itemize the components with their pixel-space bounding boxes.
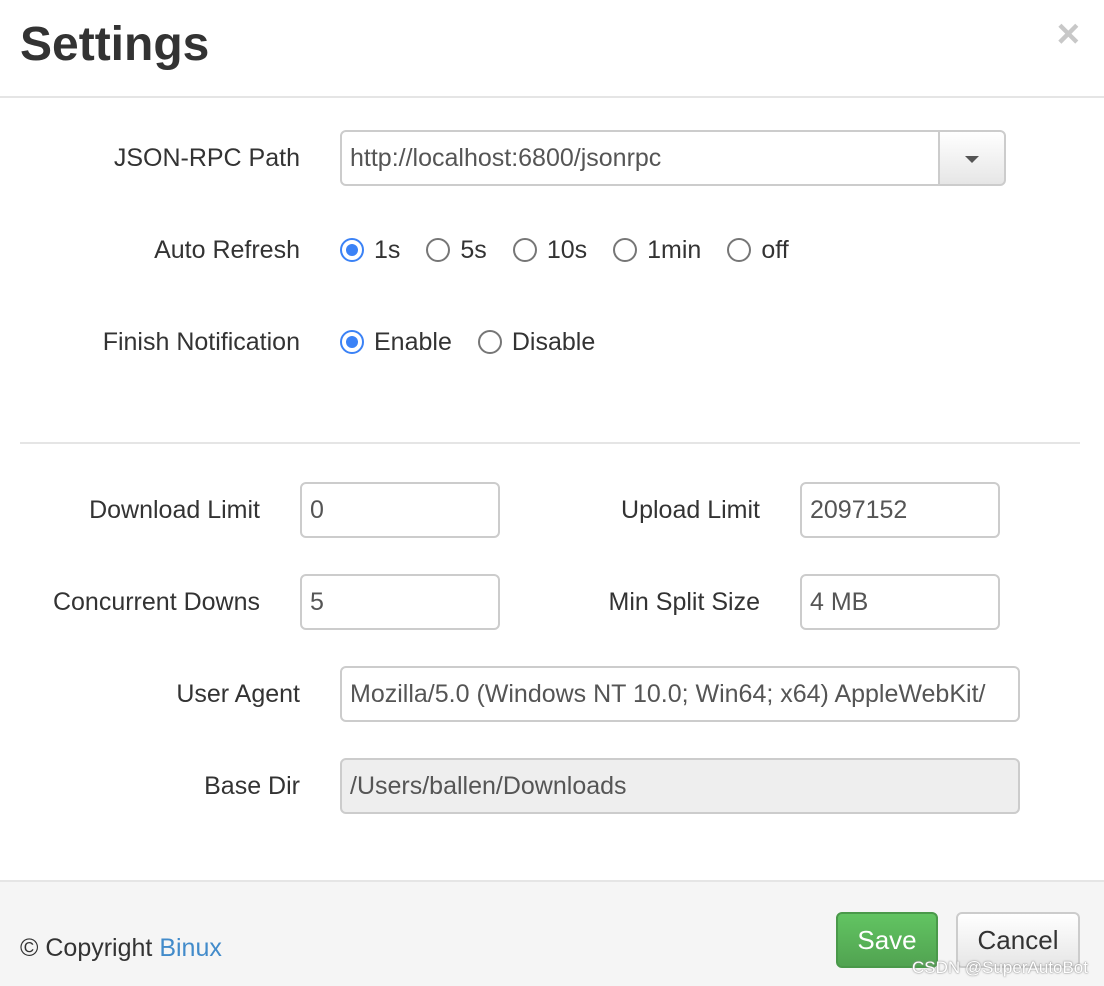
min-split-size-label: Min Split Size xyxy=(608,588,760,616)
auto-refresh-option-10s[interactable]: 10s xyxy=(512,235,588,265)
upload-limit-label: Upload Limit xyxy=(621,496,760,524)
radio-button[interactable] xyxy=(512,238,537,262)
modal-header: Settings × xyxy=(0,0,1104,98)
auto-refresh-label: Auto Refresh xyxy=(154,236,300,264)
radio-button[interactable] xyxy=(477,330,502,354)
radio-button[interactable] xyxy=(727,238,752,262)
finish-notification-option-enable[interactable]: Enable xyxy=(340,328,452,357)
min-split-size-input[interactable]: 4 MB xyxy=(800,574,1000,630)
rpc-path-input[interactable]: http://localhost:6800/jsonrpc xyxy=(340,130,940,186)
close-icon[interactable]: × xyxy=(1057,14,1080,54)
download-limit-input[interactable]: 0 xyxy=(300,482,500,538)
base-dir-label: Base Dir xyxy=(204,772,300,800)
auto-refresh-option-off[interactable]: off xyxy=(727,235,789,265)
finish-notification-group: Enable Disable xyxy=(340,314,621,370)
finish-notification-option-disable[interactable]: Disable xyxy=(477,327,596,357)
radio-label: 10s xyxy=(546,235,588,264)
radio-label: 5s xyxy=(460,235,487,264)
radio-button[interactable] xyxy=(340,330,364,354)
finish-notification-label: Finish Notification xyxy=(102,328,300,356)
upload-limit-input[interactable]: 2097152 xyxy=(800,482,1000,538)
base-dir-input: /Users/ballen/Downloads xyxy=(340,758,1020,814)
watermark: CSDN @SuperAutoBot xyxy=(911,958,1088,977)
user-agent-input[interactable]: Mozilla/5.0 (Windows NT 10.0; Win64; x64… xyxy=(340,666,1020,722)
section-divider xyxy=(20,442,1080,444)
copyright-text: © Copyright xyxy=(20,934,160,962)
auto-refresh-option-1s[interactable]: 1s xyxy=(340,236,400,265)
user-agent-label: User Agent xyxy=(176,680,300,708)
concurrent-downs-input[interactable]: 5 xyxy=(300,574,500,630)
download-limit-label: Download Limit xyxy=(89,496,260,524)
radio-label: off xyxy=(761,235,789,264)
copyright: © Copyright Binux xyxy=(20,934,222,963)
radio-button[interactable] xyxy=(426,238,451,262)
rpc-path-dropdown-button[interactable] xyxy=(938,130,1006,186)
auto-refresh-group: 1s 5s 10s 1min off xyxy=(340,222,815,278)
rpc-path-label: JSON-RPC Path xyxy=(113,144,300,172)
chevron-down-icon xyxy=(965,156,979,163)
radio-label: Enable xyxy=(374,327,452,356)
radio-label: 1s xyxy=(374,235,401,264)
auto-refresh-option-1min[interactable]: 1min xyxy=(613,236,701,265)
page-title: Settings xyxy=(20,18,210,71)
concurrent-downs-label: Concurrent Downs xyxy=(52,588,260,616)
radio-label: 1min xyxy=(647,235,702,264)
binux-link[interactable]: Binux xyxy=(159,934,222,962)
radio-label: Disable xyxy=(511,327,596,356)
auto-refresh-option-5s[interactable]: 5s xyxy=(426,235,487,265)
radio-button[interactable] xyxy=(340,238,364,262)
modal-footer: © Copyright Binux Save Cancel CSDN @Supe… xyxy=(0,880,1104,986)
radio-button[interactable] xyxy=(613,238,638,262)
